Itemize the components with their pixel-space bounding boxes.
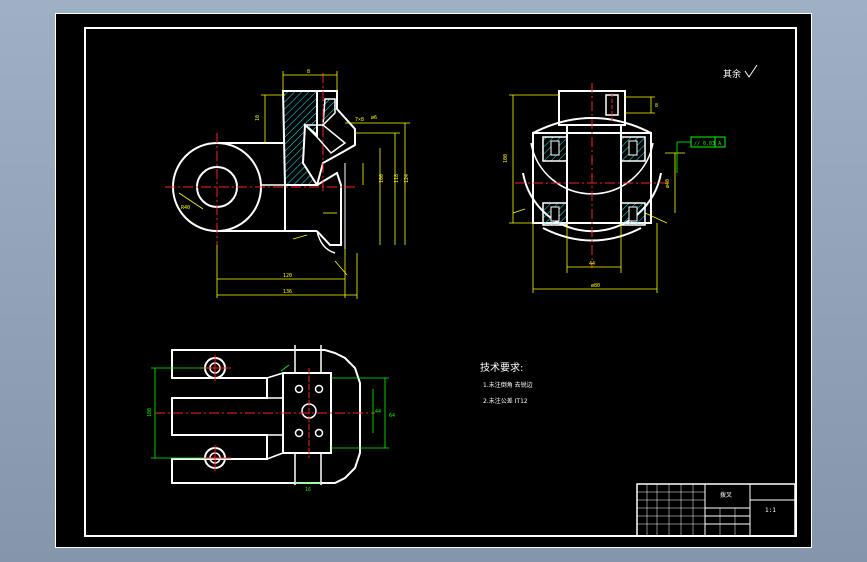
svg-text:124: 124 — [404, 174, 410, 183]
svg-text:120: 120 — [283, 273, 292, 279]
outer-border — [55, 13, 812, 548]
drawing-canvas[interactable]: 8 10 7×8 ø6 124 118 100 136 120 R40 100 … — [55, 13, 812, 548]
roughness-check-icon — [744, 64, 758, 78]
svg-text:8: 8 — [307, 69, 310, 75]
svg-text:100: 100 — [147, 408, 153, 417]
svg-text:10: 10 — [255, 115, 261, 121]
note-line-1: 1.未注倒角 去锐边 — [483, 381, 533, 389]
svg-text:44: 44 — [375, 409, 381, 415]
svg-text:ø6: ø6 — [371, 115, 377, 121]
roughness-text: 其余 — [723, 68, 741, 80]
svg-text:118: 118 — [394, 174, 400, 183]
svg-text:64: 64 — [389, 413, 395, 419]
side-view: 100 ø80 44 8 ø40 — [503, 83, 685, 293]
svg-text:100: 100 — [379, 174, 385, 183]
roughness-note: 其余 — [723, 64, 758, 80]
notes-title: 技术要求: — [480, 361, 523, 374]
technical-notes: 技术要求: 1.未注倒角 去锐边 2.未注公差 IT12 — [480, 361, 533, 405]
tolerance-frame: // 0.03 A — [676, 136, 726, 173]
svg-text:ø80: ø80 — [591, 283, 600, 289]
svg-text:ø40: ø40 — [665, 179, 671, 188]
svg-text:7×8: 7×8 — [355, 117, 364, 123]
svg-text:R40: R40 — [181, 205, 190, 211]
top-view: 100 64 44 16 — [147, 345, 395, 493]
svg-text:136: 136 — [283, 289, 292, 295]
svg-text:100: 100 — [503, 154, 509, 163]
cad-viewport[interactable]: 8 10 7×8 ø6 124 118 100 136 120 R40 100 … — [0, 0, 867, 562]
front-view: 8 10 7×8 ø6 124 118 100 136 120 R40 — [165, 69, 410, 299]
svg-text:16: 16 — [305, 487, 311, 493]
note-line-2: 2.未注公差 IT12 — [483, 397, 528, 405]
part-name: 拨叉 — [720, 491, 732, 499]
tolerance-frame-text: // 0.03 A — [694, 141, 721, 147]
svg-text:44: 44 — [589, 261, 595, 267]
drawing-sheet: 8 10 7×8 ø6 124 118 100 136 120 R40 100 … — [55, 13, 812, 548]
title-block: 拨叉 1:1 — [636, 483, 796, 537]
scale-value: 1:1 — [765, 507, 776, 514]
svg-text:8: 8 — [655, 103, 658, 109]
